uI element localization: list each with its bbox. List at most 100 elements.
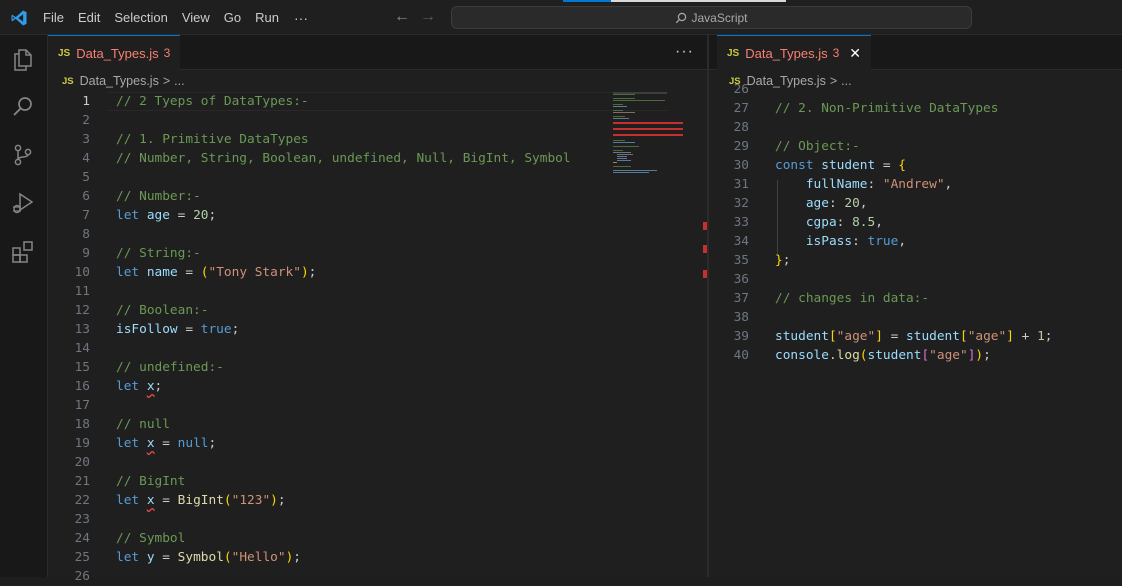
menu-more-icon[interactable]: ···	[286, 10, 316, 26]
close-icon[interactable]: ✕	[849, 45, 861, 62]
code-line[interactable]: 14	[48, 339, 708, 358]
menu-run[interactable]: Run	[248, 0, 286, 35]
activity-bar	[0, 35, 48, 577]
code-token: // changes in data:-	[775, 291, 930, 306]
code-text: console.log(student["age"]);	[775, 346, 991, 365]
back-arrow-icon[interactable]: ←	[394, 8, 410, 26]
search-icon[interactable]	[10, 94, 36, 120]
code-line[interactable]: 5	[48, 168, 708, 187]
code-area-left[interactable]: 1// 2 Tyeps of DataTypes:- 2 3// 1. Primit…	[48, 92, 708, 584]
code-token: :	[867, 177, 883, 192]
code-line[interactable]: 36	[709, 270, 1122, 289]
code-line[interactable]: 26	[709, 80, 1122, 99]
menu-view[interactable]: View	[175, 0, 217, 35]
code-line[interactable]: 17	[48, 396, 708, 415]
command-center-search[interactable]: JavaScript	[451, 6, 972, 29]
code-line[interactable]: 31 fullName: "Andrew",	[709, 175, 1122, 194]
code-token: // Number, String, Boolean, undefined, N…	[116, 151, 571, 166]
line-number: 16	[74, 379, 90, 394]
code-line[interactable]: 38	[709, 308, 1122, 327]
code-text: cgpa: 8.5,	[775, 213, 883, 232]
code-text: let x = BigInt("123");	[116, 491, 286, 510]
tab-label: Data_Types.js	[745, 45, 828, 61]
code-line[interactable]: 9 // String:-	[48, 244, 708, 263]
code-line[interactable]: 12 // Boolean:-	[48, 301, 708, 320]
code-line[interactable]: 40 console.log(student["age"]);	[709, 346, 1122, 365]
menu-go[interactable]: Go	[217, 0, 248, 35]
code-line[interactable]: 27 // 2. Non-Primitive DataTypes	[709, 99, 1122, 118]
extensions-icon[interactable]	[10, 238, 36, 264]
code-line[interactable]: 1 // 2 Tyeps of DataTypes:-	[48, 92, 708, 111]
breadcrumb-symbols[interactable]: ...	[174, 74, 184, 88]
tab-data-types-right[interactable]: JS Data_Types.js 3 ✕	[717, 35, 872, 70]
code-line[interactable]: 13 isFollow = true;	[48, 320, 708, 339]
menu-file[interactable]: File	[36, 0, 71, 35]
code-token: =	[154, 493, 178, 508]
code-line[interactable]: 11	[48, 282, 708, 301]
code-token: =	[882, 329, 907, 344]
code-line[interactable]: 19 let x = null;	[48, 434, 708, 453]
code-line[interactable]: 30 const student = {	[709, 156, 1122, 175]
code-line[interactable]: 39 student["age"] = student["age"] + 1;	[709, 327, 1122, 346]
code-line[interactable]: 33 cgpa: 8.5,	[709, 213, 1122, 232]
code-line[interactable]: 21 // BigInt	[48, 472, 708, 491]
line-number: 31	[733, 177, 749, 192]
code-line[interactable]: 23	[48, 510, 708, 529]
code-line[interactable]: 25 let y = Symbol("Hello");	[48, 548, 708, 567]
minimap[interactable]	[613, 92, 703, 192]
code-token: Symbol	[177, 550, 224, 565]
code-token: null	[177, 436, 209, 451]
code-line[interactable]: 18 // null	[48, 415, 708, 434]
code-line[interactable]: 16 let x;	[48, 377, 708, 396]
code-area-right[interactable]: 26 27 // 2. Non-Primitive DataTypes 28 29 // …	[709, 82, 1122, 577]
code-line[interactable]: 37 // changes in data:-	[709, 289, 1122, 308]
code-token: const	[775, 158, 822, 173]
code-token: age	[805, 196, 829, 211]
code-token: ;	[208, 208, 217, 223]
more-actions-icon[interactable]: ···	[675, 43, 694, 61]
code-token: true	[867, 234, 899, 249]
menu-selection[interactable]: Selection	[107, 0, 174, 35]
code-line[interactable]: 3 // 1. Primitive DataTypes	[48, 130, 708, 149]
code-line[interactable]: 29 // Object:-	[709, 137, 1122, 156]
code-token: [	[828, 329, 837, 344]
code-line[interactable]: 34 isPass: true,	[709, 232, 1122, 251]
code-token: "Tony Stark"	[208, 265, 301, 280]
code-line[interactable]: 20	[48, 453, 708, 472]
problem-count-badge: 3	[832, 46, 840, 60]
code-line[interactable]: 24 // Symbol	[48, 529, 708, 548]
forward-arrow-icon[interactable]: →	[420, 8, 436, 26]
code-line[interactable]: 32 age: 20,	[709, 194, 1122, 213]
code-line[interactable]: 8	[48, 225, 708, 244]
run-debug-icon[interactable]	[10, 190, 36, 216]
menu-edit[interactable]: Edit	[71, 0, 107, 35]
code-text: // undefined:-	[116, 358, 224, 377]
code-token: ;	[983, 348, 991, 363]
code-token: true	[200, 322, 232, 337]
breadcrumb-file[interactable]: Data_Types.js	[80, 74, 159, 88]
code-line[interactable]: 10 let name = ("Tony Stark");	[48, 263, 708, 282]
code-line[interactable]: 4 // Number, String, Boolean, undefined, …	[48, 149, 708, 168]
source-control-icon[interactable]	[10, 142, 36, 168]
code-line[interactable]: 15 // undefined:-	[48, 358, 708, 377]
code-token: "Andrew"	[882, 177, 945, 192]
code-token: student	[775, 329, 829, 344]
code-token: name	[146, 265, 178, 280]
code-token: (	[223, 493, 232, 508]
code-line[interactable]: 2	[48, 111, 708, 130]
line-number: 2	[82, 113, 90, 128]
line-number: 5	[82, 170, 90, 185]
code-line[interactable]: 22 let x = BigInt("123");	[48, 491, 708, 510]
title-accent	[563, 0, 611, 2]
line-number: 37	[733, 291, 749, 306]
title-accent-light	[611, 0, 786, 2]
code-line[interactable]: 28	[709, 118, 1122, 137]
code-token: {	[898, 158, 907, 173]
code-line[interactable]: 6 // Number:-	[48, 187, 708, 206]
code-line[interactable]: 35};	[709, 251, 1122, 270]
code-token: y	[146, 550, 155, 565]
explorer-icon[interactable]	[10, 46, 36, 72]
code-line[interactable]: 7 let age = 20;	[48, 206, 708, 225]
tab-data-types-left[interactable]: JS Data_Types.js 3	[48, 35, 181, 70]
